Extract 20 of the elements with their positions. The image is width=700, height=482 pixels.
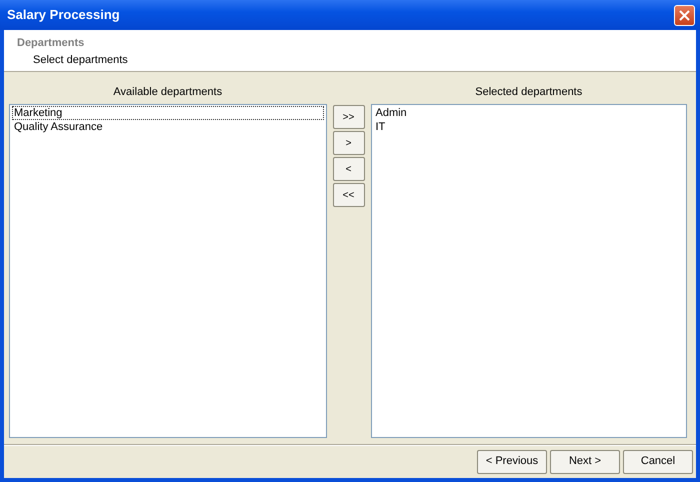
available-list[interactable]: Marketing Quality Assurance (9, 104, 326, 438)
list-label: Selected departments (474, 85, 584, 100)
dialog-button[interactable]: Next > (550, 450, 620, 474)
move-button[interactable]: >> (332, 105, 364, 129)
close-icon (679, 10, 690, 20)
page-title: Departments (17, 36, 86, 51)
page-subtitle: Select departments (33, 52, 129, 68)
dialog-button[interactable]: < Previous (477, 450, 547, 474)
dialog-button[interactable]: Cancel (623, 450, 693, 474)
list-item[interactable]: Admin (374, 106, 684, 120)
selected-list[interactable]: Admin IT (370, 104, 687, 438)
move-button[interactable]: << (332, 183, 364, 207)
close-button[interactable] (674, 4, 695, 26)
window-title: Salary Processing (7, 6, 120, 24)
list-item[interactable]: Marketing (12, 106, 324, 120)
list-item[interactable]: Quality Assurance (12, 120, 324, 134)
move-button[interactable]: > (332, 131, 364, 155)
move-button[interactable]: < (332, 157, 364, 181)
list-label: Available departments (112, 85, 224, 100)
list-item[interactable]: IT (374, 120, 684, 134)
